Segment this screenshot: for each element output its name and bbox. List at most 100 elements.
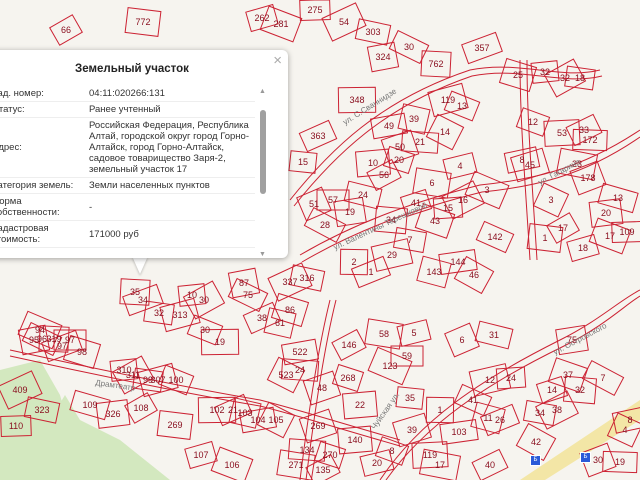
parcel-number[interactable]: 103 bbox=[451, 427, 466, 437]
parcel-number[interactable]: 48 bbox=[317, 383, 327, 393]
parcel-number[interactable]: 22 bbox=[355, 400, 365, 410]
parcel-number[interactable]: 269 bbox=[167, 420, 182, 430]
parcel-number[interactable]: 119 bbox=[423, 450, 437, 460]
parcel-number[interactable]: 270 bbox=[322, 450, 337, 460]
parcel-number[interactable]: 17 bbox=[558, 223, 568, 233]
parcel-number[interactable]: 12 bbox=[485, 375, 495, 385]
parcel-number[interactable]: 409 bbox=[12, 385, 27, 395]
parcel-number[interactable]: 102 bbox=[209, 405, 224, 415]
parcel-number[interactable]: 29 bbox=[387, 250, 397, 260]
parcel-number[interactable]: 61 bbox=[275, 318, 285, 328]
parcel-number[interactable]: 40 bbox=[485, 460, 495, 470]
parcel-number[interactable]: 142 bbox=[487, 232, 502, 242]
parcel-number[interactable]: 59 bbox=[402, 351, 412, 361]
parcel-number[interactable]: 146 bbox=[341, 340, 356, 350]
parcel-number[interactable]: 6 bbox=[429, 178, 434, 188]
parcel-number[interactable]: 19 bbox=[215, 337, 225, 347]
parcel-number[interactable]: 357 bbox=[474, 43, 489, 53]
parcel-number[interactable]: 20 bbox=[601, 208, 611, 218]
parcel-number[interactable]: 110 bbox=[9, 421, 23, 431]
parcel-number[interactable]: 46 bbox=[469, 270, 479, 280]
parcel-number[interactable]: 313 bbox=[172, 310, 187, 320]
parcel-number[interactable]: 106 bbox=[224, 460, 239, 470]
parcel-number[interactable]: 25 bbox=[513, 70, 523, 80]
parcel-number[interactable]: 56 bbox=[379, 170, 389, 180]
parcel-number[interactable]: 8 bbox=[519, 155, 524, 165]
parcel-number[interactable]: 34 bbox=[138, 295, 148, 305]
parcel-number[interactable]: 97 bbox=[65, 335, 75, 345]
parcel-number[interactable]: 86 bbox=[285, 305, 295, 315]
parcel-number[interactable]: 307 bbox=[150, 375, 165, 385]
parcel-number[interactable]: 523 bbox=[278, 370, 293, 380]
parcel-number[interactable]: 123 bbox=[382, 361, 397, 371]
parcel-number[interactable]: 38 bbox=[552, 405, 562, 415]
parcel-number[interactable]: 19 bbox=[345, 207, 355, 217]
parcel-number[interactable]: 15 bbox=[298, 157, 308, 167]
parcel-number[interactable]: 140 bbox=[347, 435, 362, 445]
parcel-number[interactable]: 15 bbox=[443, 203, 453, 213]
parcel-number[interactable]: 108 bbox=[133, 403, 148, 413]
parcel-number[interactable]: 18 bbox=[578, 243, 588, 253]
parcel-number[interactable]: 109 bbox=[619, 227, 634, 237]
parcel-number[interactable]: 51 bbox=[309, 199, 319, 209]
parcel-number[interactable]: 30 bbox=[199, 295, 209, 305]
parcel-number[interactable]: 32 bbox=[575, 385, 585, 395]
parcel-number[interactable]: 24 bbox=[295, 365, 305, 375]
parcel-number[interactable]: 326 bbox=[105, 409, 120, 419]
parcel-number[interactable]: 271 bbox=[288, 460, 303, 470]
parcel-number[interactable]: 109 bbox=[82, 400, 97, 410]
parcel-number[interactable]: 33 bbox=[579, 125, 589, 135]
scroll-up-icon[interactable]: ▲ bbox=[259, 88, 266, 95]
parcel-number[interactable]: 41 bbox=[468, 395, 478, 405]
parcel-number[interactable]: 522 bbox=[292, 347, 307, 357]
parcel-number[interactable]: 31 bbox=[489, 330, 499, 340]
parcel-number[interactable]: 107 bbox=[193, 450, 208, 460]
parcel-number[interactable]: 32 bbox=[154, 308, 164, 318]
parcel-number[interactable]: 135 bbox=[315, 465, 330, 475]
parcel-number[interactable]: 42 bbox=[531, 437, 541, 447]
parcel-number[interactable]: 39 bbox=[409, 114, 419, 124]
parcel-number[interactable]: 11 bbox=[483, 413, 492, 423]
parcel-number[interactable]: 100 bbox=[168, 375, 183, 385]
scroll-down-icon[interactable]: ▼ bbox=[259, 251, 266, 258]
parcel-number[interactable]: 50 bbox=[395, 142, 405, 152]
parcel-number[interactable]: 39 bbox=[407, 425, 417, 435]
parcel-number[interactable]: 1 bbox=[542, 233, 547, 243]
parcel-number[interactable]: 13 bbox=[613, 193, 623, 203]
parcel-number[interactable]: 281 bbox=[273, 19, 288, 29]
parcel-number[interactable]: 32 bbox=[560, 73, 570, 83]
parcel-number[interactable]: 58 bbox=[379, 329, 389, 339]
parcel-number[interactable]: 105 bbox=[268, 415, 283, 425]
parcel-number[interactable]: 2 bbox=[351, 257, 356, 267]
parcel-number[interactable]: 54 bbox=[339, 17, 349, 27]
parcel-number[interactable]: 45 bbox=[525, 160, 535, 170]
parcel-number[interactable]: 10 bbox=[368, 158, 378, 168]
parcel-number[interactable]: 37 bbox=[563, 370, 573, 380]
parcel-number[interactable]: 104 bbox=[250, 415, 265, 425]
parcel-number[interactable]: 53 bbox=[557, 128, 567, 138]
parcel-number[interactable]: 6 bbox=[459, 335, 464, 345]
parcel-number[interactable]: 3 bbox=[548, 195, 553, 205]
parcel-number[interactable]: 178 bbox=[580, 173, 595, 183]
parcel-number[interactable]: 1 bbox=[368, 267, 373, 277]
parcel-number[interactable]: 316 bbox=[299, 273, 314, 283]
popup-scrollbar[interactable]: ▲ ▼ bbox=[258, 88, 268, 258]
parcel-number[interactable]: 303 bbox=[365, 27, 380, 37]
parcel-number[interactable]: 75 bbox=[243, 290, 253, 300]
parcel-number[interactable]: 348 bbox=[349, 95, 364, 105]
parcel-number[interactable]: 13 bbox=[457, 101, 467, 111]
parcel-number[interactable]: 1 bbox=[437, 405, 442, 415]
parcel-number[interactable]: 337 bbox=[282, 277, 297, 287]
bus-stop-icon[interactable]: Б bbox=[580, 452, 591, 463]
parcel-number[interactable]: 8 bbox=[627, 415, 632, 425]
parcel-number[interactable]: 43 bbox=[430, 216, 440, 226]
parcel-number[interactable]: 275 bbox=[307, 5, 322, 15]
parcel-number[interactable]: 24 bbox=[506, 373, 516, 383]
parcel-number[interactable]: 34 bbox=[535, 408, 545, 418]
parcel-number[interactable]: 57 bbox=[328, 195, 338, 205]
parcel-number[interactable]: 269 bbox=[310, 421, 325, 431]
parcel-number[interactable]: 4 bbox=[457, 161, 462, 171]
parcel-number[interactable]: 87 bbox=[239, 278, 249, 288]
parcel-number[interactable]: 17 bbox=[605, 231, 615, 241]
parcel-number[interactable]: 311 bbox=[126, 370, 140, 380]
